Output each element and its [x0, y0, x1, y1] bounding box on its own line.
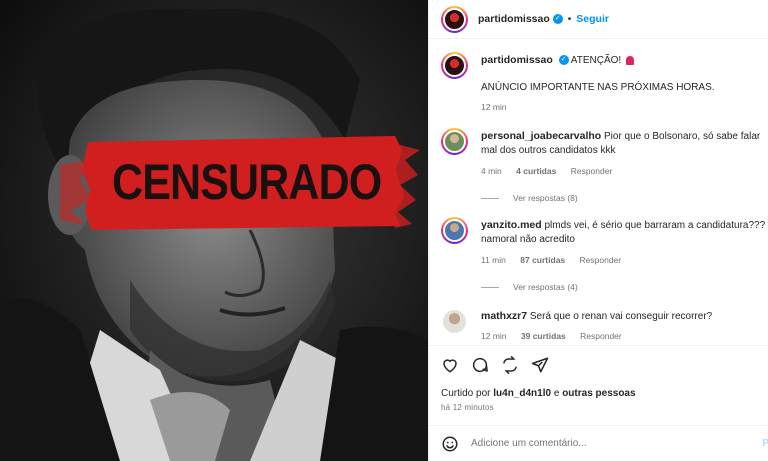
post-image[interactable]: CENSURADO	[0, 0, 428, 461]
post-header: partidomissao ✓ • Seguir	[429, 0, 768, 39]
reply-button[interactable]: Responder	[580, 331, 622, 341]
comment-time: 4 min	[481, 166, 502, 176]
share-icon[interactable]	[501, 356, 519, 374]
emoji-icon[interactable]	[441, 435, 459, 453]
comment-avatar[interactable]	[441, 128, 468, 155]
comment-username[interactable]: mathxzr7	[481, 310, 527, 322]
heart-icon[interactable]	[441, 356, 459, 374]
send-icon[interactable]	[531, 356, 549, 374]
comment-likes[interactable]: 4 curtidas	[516, 166, 556, 176]
comment-username[interactable]: yanzito.med	[481, 219, 542, 231]
author-username[interactable]: partidomissao	[478, 13, 550, 25]
liked-by: Curtido por lu4n_d4n1l0 e outras pessoas	[441, 388, 636, 399]
author-avatar[interactable]	[441, 5, 468, 33]
caption-text: ATENÇÃO!	[570, 55, 622, 66]
liked-by-user[interactable]: lu4n_d4n1l0	[493, 388, 551, 399]
comment-text: Será que o renan vai conseguir recorrer?	[529, 311, 713, 322]
comment-avatar[interactable]	[441, 308, 468, 335]
caption-announcement: ANÚNCIO IMPORTANTE NAS PRÓXIMAS HORAS.	[481, 82, 715, 93]
view-replies-button[interactable]: Ver respostas (4)	[481, 282, 578, 292]
add-comment-bar: P	[429, 425, 768, 461]
comment-time: 12 min	[481, 331, 507, 341]
censor-label: CENSURADO	[112, 154, 382, 210]
comment-time: 11 min	[481, 255, 506, 265]
comment-icon[interactable]	[471, 356, 489, 374]
liked-by-others[interactable]: outras pessoas	[562, 388, 635, 399]
comment-likes[interactable]: 39 curtidas	[521, 331, 566, 341]
post-actions: Curtido por lu4n_d4n1l0 e outras pessoas…	[429, 345, 768, 435]
post-sidebar: partidomissao ✓ • Seguir partidomissao ✓…	[428, 0, 768, 461]
caption-username[interactable]: partidomissao	[481, 54, 553, 66]
comment-username[interactable]: personal_joabecarvalho	[481, 130, 601, 142]
instagram-post-window: CENSURADO partidomissao ✓ • Seguir parti…	[0, 0, 768, 461]
comment-avatar[interactable]	[441, 217, 468, 244]
comments-list[interactable]: partidomissao ✓ ATENÇÃO! ANÚNCIO IMPORTA…	[429, 40, 768, 345]
separator-dot: •	[567, 13, 572, 25]
publish-button[interactable]: P	[762, 438, 768, 449]
comment-input[interactable]	[471, 438, 751, 449]
caption-avatar[interactable]	[441, 52, 468, 79]
reply-button[interactable]: Responder	[580, 255, 622, 265]
caption-time: 12 min	[481, 102, 507, 112]
reply-button[interactable]: Responder	[571, 166, 613, 176]
portrait-illustration	[0, 0, 428, 461]
follow-button[interactable]: Seguir	[576, 13, 609, 25]
post-timestamp[interactable]: há 12 minutos	[441, 403, 494, 412]
verified-badge-icon: ✓	[552, 14, 563, 24]
verified-badge-icon: ✓	[558, 55, 569, 66]
view-replies-button[interactable]: Ver respostas (8)	[481, 193, 578, 203]
comment-likes[interactable]: 87 curtidas	[520, 255, 565, 265]
siren-emoji-icon	[625, 55, 634, 65]
